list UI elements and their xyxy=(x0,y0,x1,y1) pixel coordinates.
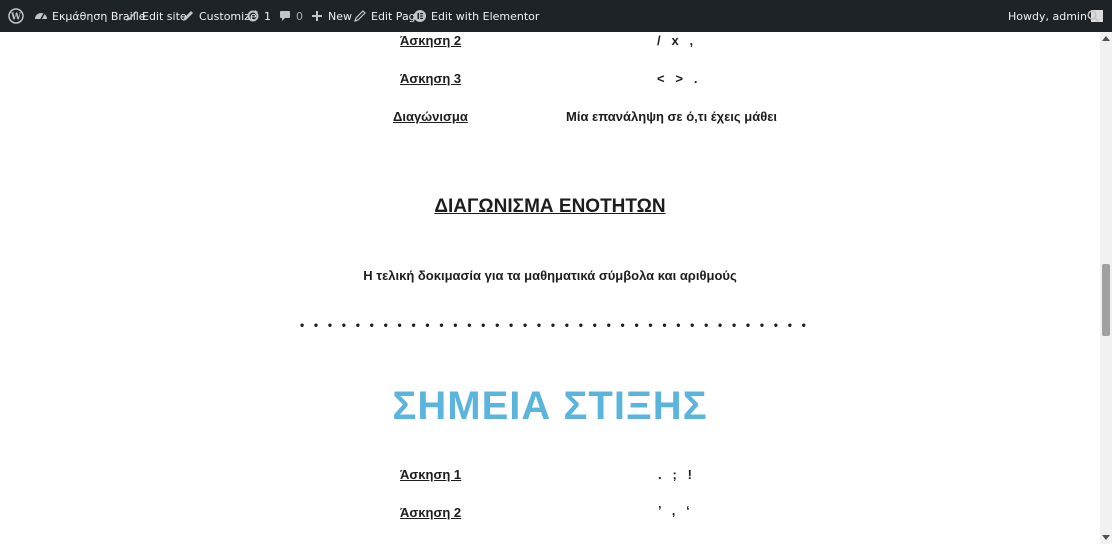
link-askisi-3[interactable]: Άσκηση 3 xyxy=(400,71,461,86)
edit-site-button[interactable]: Edit site xyxy=(124,0,187,32)
edit-with-elementor-button[interactable]: Edit with Elementor xyxy=(413,0,539,32)
link-askisi-2-bottom[interactable]: Άσκηση 2 xyxy=(400,505,461,520)
brush-icon xyxy=(124,9,138,23)
edit-with-elementor-label: Edit with Elementor xyxy=(431,9,540,23)
section-heading: ΔΙΑΓΩΝΙΣΜΑ ΕΝΟΤΗΤΩΝ xyxy=(434,196,666,217)
edit-icon xyxy=(353,9,367,23)
comments-count: 0 xyxy=(296,9,303,23)
wordpress-logo-icon[interactable]: W xyxy=(8,0,24,32)
new-label: New xyxy=(328,9,352,23)
updates-button[interactable]: 1 xyxy=(246,0,271,32)
howdy-label: Howdy, admin xyxy=(1008,9,1087,23)
new-content-button[interactable]: New xyxy=(310,0,352,32)
elementor-icon xyxy=(413,9,427,23)
dashboard-icon xyxy=(34,9,48,23)
section-description: Η τελική δοκιμασία για τα μαθηματικά σύμ… xyxy=(363,268,737,283)
comments-button[interactable]: 0 xyxy=(278,0,303,32)
scroll-down-arrow-icon[interactable] xyxy=(1102,535,1110,540)
scroll-up-arrow-icon[interactable] xyxy=(1102,36,1110,41)
edit-site-label: Edit site xyxy=(142,9,187,23)
symbols-askisi-1: . ; ! xyxy=(658,467,692,482)
symbols-askisi-2-bottom: ’ , ‘ xyxy=(658,503,690,518)
diagonisma-description: Μία επανάληψη σε ό,τι έχεις μάθει xyxy=(566,109,778,124)
refresh-icon xyxy=(246,9,260,23)
search-button[interactable] xyxy=(1086,0,1100,32)
svg-text:W: W xyxy=(10,13,22,23)
pencil-icon xyxy=(181,9,195,23)
plus-icon xyxy=(310,9,324,23)
link-askisi-1[interactable]: Άσκηση 1 xyxy=(400,467,461,482)
scroll-thumb[interactable] xyxy=(1102,264,1110,336)
link-diagonisma[interactable]: Διαγώνισμα xyxy=(393,109,468,124)
link-askisi-2[interactable]: Άσκηση 2 xyxy=(400,33,461,48)
search-icon xyxy=(1086,9,1100,23)
updates-count: 1 xyxy=(264,9,271,23)
comment-icon xyxy=(278,9,292,23)
admin-bar: W Εκμάθηση Braille Edit site Customize 1… xyxy=(0,0,1112,32)
vertical-scrollbar[interactable] xyxy=(1100,32,1112,544)
punctuation-title: ΣΗΜΕΙΑ ΣΤΙΞΗΣ xyxy=(392,384,708,428)
symbols-askisi-2: / x , xyxy=(657,33,694,48)
dotted-separator: • • • • • • • • • • • • • • • • • • • • … xyxy=(300,318,812,332)
symbols-askisi-3: < > . xyxy=(657,71,698,86)
